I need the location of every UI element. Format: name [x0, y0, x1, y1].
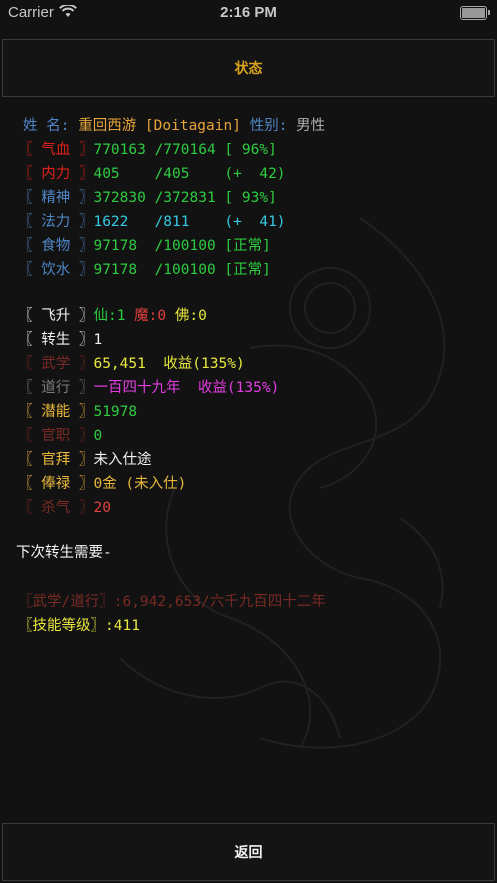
vital-row-fali: 〖 法力 〗1622 /811 (+ 41)	[18, 210, 286, 231]
ascension-xian: 仙:1	[93, 308, 126, 324]
vital-value: 770163 /770164 [ 96%]	[93, 142, 277, 158]
killing-value: 20	[93, 500, 111, 516]
header-bar: 状态	[2, 39, 495, 97]
office-value: 0	[93, 428, 103, 444]
vital-label: 〖 饮水 〗	[18, 262, 94, 278]
vital-row-jingshen: 〖 精神 〗372830 /372831 [ 93%]	[18, 186, 277, 207]
martial-label: 〖 武学 〗	[18, 356, 94, 372]
office-row: 〖 官职 〗0	[18, 424, 102, 445]
salary-value: 0金 (未入仕)	[93, 476, 187, 492]
next-rebirth-requirement-skill: 〖技能等级〗:411	[18, 618, 140, 634]
vital-value: 405 /405 (+ 42)	[93, 166, 286, 182]
vital-value: 1622 /811 (+ 41)	[93, 214, 286, 230]
next-rebirth-requirement-martial: 〖武学/道行〗:6,942,653/六千九百四十二年	[18, 594, 326, 610]
rank-label: 〖 官拜 〗	[18, 452, 94, 468]
profile-line: 姓 名: 重回西游 [Doitagain] 性别: 男性	[23, 114, 325, 135]
martial-row: 〖 武学 〗65,451 收益(135%)	[18, 352, 245, 373]
next-rebirth-heading: 下次转生需要-	[16, 545, 112, 561]
ascension-label: 〖 飞升 〗	[18, 308, 94, 324]
rank-value: 未入仕途	[93, 452, 152, 468]
vital-value: 97178 /100100 [正常]	[93, 262, 271, 278]
battery-icon	[460, 6, 490, 20]
vital-row-food: 〖 食物 〗97178 /100100 [正常]	[18, 234, 271, 255]
page-title: 状态	[234, 61, 263, 77]
killing-label: 〖 杀气 〗	[18, 500, 94, 516]
dao-value: 一百四十九年 收益(135%)	[93, 380, 280, 396]
martial-value: 65,451 收益(135%)	[93, 356, 245, 372]
name-value: 重回西游 [Doitagain]	[78, 118, 241, 134]
ascension-row: 〖 飞升 〗仙:1 魔:0 佛:0	[18, 304, 207, 325]
back-button[interactable]: 返回	[3, 824, 494, 880]
vital-value: 372830 /372831 [ 93%]	[93, 190, 277, 206]
vital-row-hp: 〖 气血 〗770163 /770164 [ 96%]	[18, 138, 277, 159]
dao-row: 〖 道行 〗一百四十九年 收益(135%)	[18, 376, 279, 397]
rebirth-row: 〖 转生 〗1	[18, 328, 102, 349]
vital-row-neili: 〖 内力 〗405 /405 (+ 42)	[18, 162, 286, 183]
name-label: 姓 名:	[23, 118, 70, 134]
ascension-mo: 魔:0	[134, 308, 167, 324]
vital-label: 〖 气血 〗	[18, 142, 94, 158]
salary-label: 〖 俸禄 〗	[18, 476, 94, 492]
potential-label: 〖 潜能 〗	[18, 404, 94, 420]
potential-row: 〖 潜能 〗51978	[18, 400, 137, 421]
vital-label: 〖 食物 〗	[18, 238, 94, 254]
footer-bar: 返回	[2, 823, 495, 881]
dao-label: 〖 道行 〗	[18, 380, 94, 396]
vital-value: 97178 /100100 [正常]	[93, 238, 271, 254]
vital-label: 〖 法力 〗	[18, 214, 94, 230]
status-bar: Carrier 2:16 PM	[0, 0, 497, 26]
office-label: 〖 官职 〗	[18, 428, 94, 444]
salary-row: 〖 俸禄 〗0金 (未入仕)	[18, 472, 186, 493]
vital-label: 〖 内力 〗	[18, 166, 94, 182]
clock-time: 2:16 PM	[220, 4, 277, 21]
rebirth-label: 〖 转生 〗	[18, 332, 94, 348]
rank-row: 〖 官拜 〗未入仕途	[18, 448, 151, 469]
vital-row-water: 〖 饮水 〗97178 /100100 [正常]	[18, 258, 271, 279]
ascension-fo: 佛:0	[174, 308, 207, 324]
potential-value: 51978	[93, 404, 138, 420]
rebirth-value: 1	[93, 332, 103, 348]
gender-value: 男性	[296, 118, 326, 134]
vital-label: 〖 精神 〗	[18, 190, 94, 206]
gender-label: 性别:	[249, 118, 288, 134]
killing-row: 〖 杀气 〗20	[18, 496, 111, 517]
